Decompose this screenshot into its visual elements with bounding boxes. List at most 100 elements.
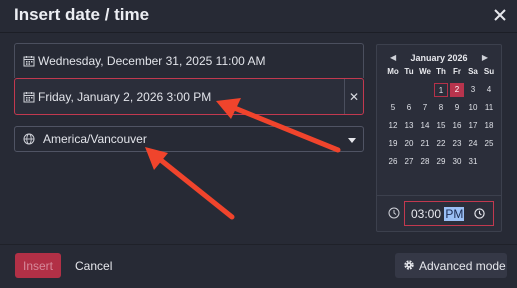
day-number: 9 xyxy=(454,103,460,112)
timezone-value: America/Vancouver xyxy=(43,132,147,146)
day-number: 27 xyxy=(404,157,414,166)
clear-end-button[interactable]: ✕ xyxy=(344,79,363,114)
day-cell[interactable]: 27 xyxy=(401,155,417,173)
day-cell[interactable]: 31 xyxy=(465,155,481,173)
empty-day-cell xyxy=(401,83,417,101)
day-cell[interactable]: 13 xyxy=(401,119,417,137)
day-cell[interactable]: 1 xyxy=(433,83,449,101)
weekday-row: Mo Tu We Th Fr Sa Su xyxy=(385,65,497,83)
day-number: 3 xyxy=(470,85,476,94)
day-number: 24 xyxy=(468,139,478,148)
day-cell[interactable]: 17 xyxy=(465,119,481,137)
cancel-button[interactable]: Cancel xyxy=(75,259,112,273)
day-cell[interactable]: 19 xyxy=(385,137,401,155)
day-cell[interactable]: 21 xyxy=(417,137,433,155)
day-number: 22 xyxy=(436,139,446,148)
day-number: 12 xyxy=(388,121,398,130)
next-month-icon[interactable]: ▶ xyxy=(482,53,488,62)
weekday-label: Sa xyxy=(468,67,478,76)
day-cell[interactable]: 26 xyxy=(385,155,401,173)
insert-datetime-dialog: Insert date / time Wednesday, December 3… xyxy=(0,0,517,288)
calendar-grid: Mo Tu We Th Fr Sa Su 1 2 3 4 5 6 7 8 9 10 11 12 13 14 15 16 17 1… xyxy=(385,67,497,173)
day-cell[interactable]: 2 xyxy=(449,83,465,101)
day-cell[interactable]: 15 xyxy=(433,119,449,137)
chevron-down-icon xyxy=(348,138,356,143)
day-number: 1 xyxy=(434,83,448,97)
advanced-mode-label: Advanced mode xyxy=(419,259,506,273)
day-number: 20 xyxy=(404,139,414,148)
insert-button[interactable]: Insert xyxy=(15,253,61,278)
day-cell[interactable]: 30 xyxy=(449,155,465,173)
day-number: 11 xyxy=(484,103,494,112)
day-number: 17 xyxy=(468,121,478,130)
time-input[interactable]: 03:00 PM xyxy=(404,201,494,226)
weekday-label: Su xyxy=(483,67,495,76)
dialog-title: Insert date / time xyxy=(14,5,150,24)
day-cell[interactable]: 4 xyxy=(481,83,497,101)
day-number: 30 xyxy=(452,157,462,166)
empty-day-cell xyxy=(417,83,433,101)
day-cell[interactable]: 16 xyxy=(449,119,465,137)
start-datetime-value: Wednesday, December 31, 2025 11:00 AM xyxy=(38,54,266,68)
day-cell[interactable]: 14 xyxy=(417,119,433,137)
week-row: 26 27 28 29 30 31 xyxy=(385,155,497,173)
clock-icon[interactable] xyxy=(474,208,485,219)
day-cell[interactable]: 29 xyxy=(433,155,449,173)
time-value: 03:00 PM xyxy=(411,207,465,221)
day-cell[interactable]: 10 xyxy=(465,101,481,119)
week-row: 12 13 14 15 16 17 18 xyxy=(385,119,497,137)
week-row: 5 6 7 8 9 10 11 xyxy=(385,101,497,119)
day-cell[interactable]: 18 xyxy=(481,119,497,137)
start-datetime-field[interactable]: Wednesday, December 31, 2025 11:00 AM xyxy=(14,43,364,78)
day-number: 5 xyxy=(390,103,396,112)
day-cell[interactable]: 22 xyxy=(433,137,449,155)
footer-divider xyxy=(0,244,517,245)
day-cell[interactable]: 12 xyxy=(385,119,401,137)
day-cell[interactable]: 9 xyxy=(449,101,465,119)
week-row: 19 20 21 22 23 24 25 xyxy=(385,137,497,155)
weekday-label: Th xyxy=(436,67,446,76)
close-icon[interactable] xyxy=(493,8,507,22)
weekday-label: Fr xyxy=(453,67,461,76)
day-number: 15 xyxy=(436,121,446,130)
clock-icon xyxy=(388,207,400,219)
day-number: 18 xyxy=(484,121,494,130)
day-cell[interactable]: 20 xyxy=(401,137,417,155)
timezone-select[interactable]: America/Vancouver xyxy=(14,126,364,152)
day-cell[interactable]: 3 xyxy=(465,83,481,101)
day-number: 25 xyxy=(484,139,494,148)
weekday-label: Tu xyxy=(404,67,414,76)
day-cell[interactable]: 5 xyxy=(385,101,401,119)
day-number: 14 xyxy=(420,121,430,130)
day-number: 6 xyxy=(406,103,412,112)
day-number: 16 xyxy=(452,121,462,130)
day-cell[interactable]: 25 xyxy=(481,137,497,155)
day-number: 21 xyxy=(420,139,430,148)
advanced-mode-button[interactable]: Advanced mode xyxy=(395,253,507,278)
day-cell[interactable]: 6 xyxy=(401,101,417,119)
empty-day-cell xyxy=(481,155,497,173)
day-number: 2 xyxy=(450,83,464,97)
header-divider xyxy=(0,32,517,33)
day-number: 8 xyxy=(438,103,444,112)
end-datetime-field[interactable]: Friday, January 2, 2026 3:00 PM ✕ xyxy=(14,78,364,115)
time-ampm[interactable]: PM xyxy=(444,207,465,221)
week-row: 123 4 xyxy=(385,83,497,101)
day-number: 31 xyxy=(468,157,478,166)
day-cell[interactable]: 7 xyxy=(417,101,433,119)
calendar-icon xyxy=(23,91,35,102)
day-cell[interactable]: 11 xyxy=(481,101,497,119)
day-number: 10 xyxy=(468,103,478,112)
day-cell[interactable]: 28 xyxy=(417,155,433,173)
day-number: 28 xyxy=(420,157,430,166)
empty-day-cell xyxy=(385,83,401,101)
globe-icon xyxy=(23,133,35,145)
day-cell[interactable]: 24 xyxy=(465,137,481,155)
day-cell[interactable]: 23 xyxy=(449,137,465,155)
day-number: 7 xyxy=(422,103,428,112)
end-datetime-value: Friday, January 2, 2026 3:00 PM xyxy=(38,89,212,104)
day-number: 23 xyxy=(452,139,462,148)
time-area: 03:00 PM xyxy=(377,196,501,232)
weekday-label: We xyxy=(419,67,431,76)
day-cell[interactable]: 8 xyxy=(433,101,449,119)
